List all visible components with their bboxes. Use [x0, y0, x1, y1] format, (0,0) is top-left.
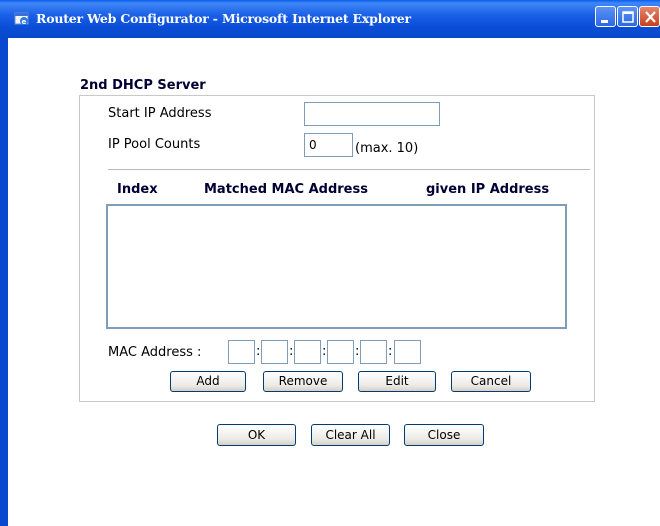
- mac-octet-3[interactable]: [294, 340, 321, 364]
- svg-text:e: e: [22, 18, 27, 26]
- mac-octet-2[interactable]: [261, 340, 288, 364]
- window-border: [0, 38, 8, 526]
- ie-icon: e: [14, 11, 30, 27]
- divider: [108, 169, 590, 170]
- start-ip-label: Start IP Address: [108, 106, 212, 121]
- close-icon: [645, 11, 656, 23]
- mac-address-label: MAC Address :: [108, 345, 202, 360]
- mac-octet-5[interactable]: [360, 340, 387, 364]
- mac-separator: :: [322, 344, 327, 359]
- window-title: Router Web Configurator - Microsoft Inte…: [36, 11, 411, 26]
- mac-separator: :: [355, 344, 360, 359]
- column-header-mac: Matched MAC Address: [204, 182, 368, 197]
- maximize-button[interactable]: [617, 6, 638, 27]
- close-button[interactable]: Close: [404, 424, 484, 446]
- section-title: 2nd DHCP Server: [80, 78, 206, 93]
- pool-counts-input[interactable]: [304, 133, 353, 157]
- mac-separator: :: [256, 344, 261, 359]
- close-window-button[interactable]: [639, 6, 660, 27]
- add-button[interactable]: Add: [170, 371, 246, 392]
- minimize-icon: [601, 20, 608, 23]
- mac-separator: :: [388, 344, 393, 359]
- mac-octet-4[interactable]: [327, 340, 354, 364]
- remove-button[interactable]: Remove: [263, 371, 343, 392]
- mac-separator: :: [289, 344, 294, 359]
- column-header-ip: given IP Address: [426, 182, 550, 197]
- mac-octet-6[interactable]: [394, 340, 421, 364]
- mapping-list[interactable]: [106, 204, 567, 329]
- start-ip-input[interactable]: [304, 102, 440, 126]
- cancel-button[interactable]: Cancel: [451, 371, 531, 392]
- pool-counts-label: IP Pool Counts: [108, 137, 201, 152]
- column-header-index: Index: [117, 182, 158, 197]
- edit-button[interactable]: Edit: [358, 371, 436, 392]
- pool-counts-hint: (max. 10): [355, 141, 419, 156]
- clear-all-button[interactable]: Clear All: [311, 424, 390, 446]
- minimize-button[interactable]: [595, 6, 616, 27]
- browser-window: e Router Web Configurator - Microsoft In…: [0, 0, 660, 526]
- mac-octet-1[interactable]: [228, 340, 255, 364]
- title-bar[interactable]: e Router Web Configurator - Microsoft In…: [0, 0, 660, 38]
- maximize-icon: [622, 11, 634, 23]
- ok-button[interactable]: OK: [217, 424, 296, 446]
